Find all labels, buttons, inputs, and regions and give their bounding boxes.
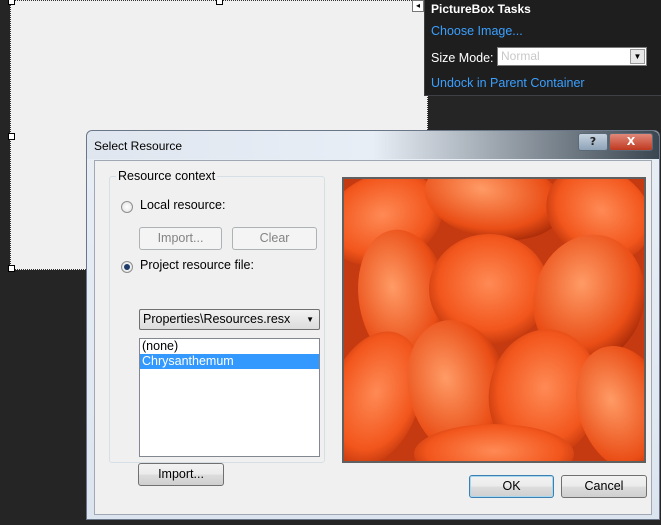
resize-handle-top[interactable] — [216, 0, 223, 5]
resource-file-combo[interactable]: Properties\Resources.resx ▼ — [139, 309, 320, 330]
resize-handle-bl[interactable] — [8, 265, 15, 272]
dialog-titlebar[interactable]: Select Resource ? X — [87, 131, 659, 159]
choose-image-link[interactable]: Choose Image... — [431, 24, 523, 38]
tasks-title: PictureBox Tasks — [431, 2, 531, 16]
size-mode-value: Normal — [501, 49, 540, 63]
cancel-button[interactable]: Cancel — [561, 475, 647, 498]
ok-button[interactable]: OK — [469, 475, 554, 498]
resize-handle-tl[interactable] — [8, 0, 15, 5]
chevron-down-icon[interactable]: ▼ — [630, 49, 645, 64]
chrysanthemum-image — [344, 179, 644, 461]
help-button[interactable]: ? — [578, 133, 608, 151]
project-resource-label[interactable]: Project resource file: — [140, 258, 254, 272]
local-resource-label[interactable]: Local resource: — [140, 198, 225, 212]
local-resource-radio[interactable] — [121, 201, 133, 213]
chevron-down-icon[interactable]: ▼ — [306, 310, 314, 329]
undock-link[interactable]: Undock in Parent Container — [431, 76, 585, 90]
local-import-button[interactable]: Import... — [139, 227, 222, 250]
resize-handle-left[interactable] — [8, 133, 15, 140]
resource-listbox[interactable]: (none) Chrysanthemum — [139, 338, 320, 457]
size-mode-select[interactable]: Normal ▼ — [497, 47, 647, 66]
image-preview — [342, 177, 646, 463]
smart-tag-glyph-icon[interactable]: ◂ — [412, 0, 424, 12]
close-button[interactable]: X — [609, 133, 653, 151]
size-mode-label: Size Mode: — [431, 51, 494, 65]
dialog-client-area: Resource context Local resource: Import.… — [94, 160, 652, 515]
resource-file-value: Properties\Resources.resx — [143, 312, 291, 326]
list-item[interactable]: (none) — [140, 339, 319, 354]
clear-button[interactable]: Clear — [232, 227, 317, 250]
project-resource-radio[interactable] — [121, 261, 133, 273]
picturebox-tasks-panel: PictureBox Tasks Choose Image... Size Mo… — [424, 0, 661, 96]
select-resource-dialog: Select Resource ? X Resource context Loc… — [86, 130, 660, 520]
resource-context-label: Resource context — [116, 169, 218, 183]
list-item[interactable]: Chrysanthemum — [140, 354, 319, 369]
project-import-button[interactable]: Import... — [138, 463, 224, 486]
dialog-title: Select Resource — [94, 139, 183, 153]
